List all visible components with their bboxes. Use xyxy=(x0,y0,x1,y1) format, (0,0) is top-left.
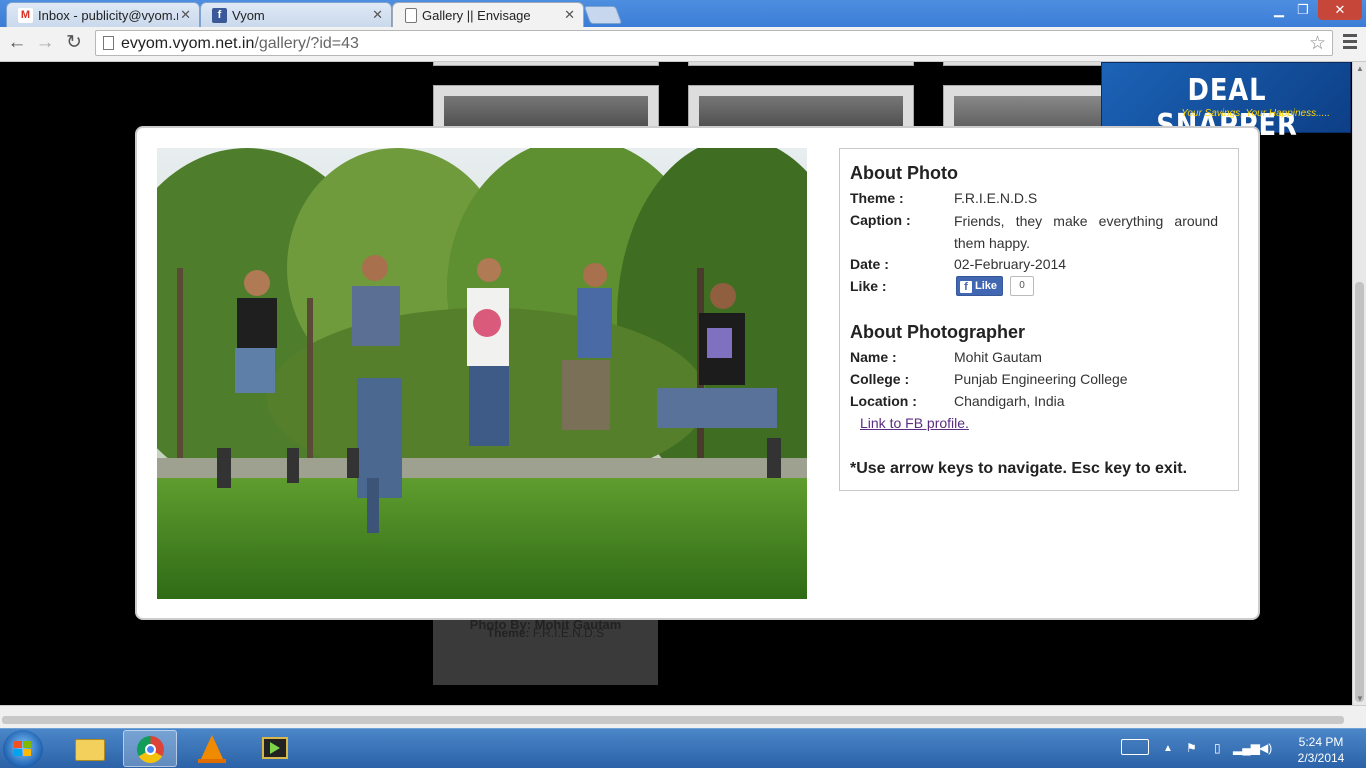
theme-label: Theme : xyxy=(850,190,904,206)
college-label: College : xyxy=(850,371,910,387)
network-signal-icon[interactable]: ▂▄▆ xyxy=(1233,741,1260,755)
facebook-like-button[interactable]: f Like xyxy=(956,276,1004,296)
tab-label: Vyom xyxy=(232,8,265,23)
college-value: Punjab Engineering College xyxy=(954,371,1128,387)
show-hidden-icons-icon[interactable]: ▲ xyxy=(1163,743,1173,754)
battery-icon[interactable]: ▯ xyxy=(1214,741,1221,755)
gmail-icon: M xyxy=(18,8,33,23)
horizontal-scrollbar[interactable] xyxy=(0,705,1366,728)
photo-lightbox: About Photo Theme : F.R.I.E.N.D.S Captio… xyxy=(135,126,1260,620)
tab-gallery-envisage[interactable]: Gallery || Envisage ✕ xyxy=(392,2,584,29)
facebook-icon: f xyxy=(960,281,972,293)
close-tab-icon[interactable]: ✕ xyxy=(564,7,575,23)
bookmark-star-icon[interactable]: ☆ xyxy=(1309,32,1326,55)
start-button[interactable] xyxy=(3,730,43,768)
scroll-up-icon[interactable]: ▲ xyxy=(1356,64,1364,73)
browser-titlebar: M Inbox - publicity@vyom.n ✕ f Vyom ✕ Ga… xyxy=(0,0,1366,29)
reload-icon[interactable]: ↻ xyxy=(63,32,85,54)
clock-date: 2/3/2014 xyxy=(1297,751,1345,765)
address-bar[interactable]: evyom.vyom.net.in/gallery/?id=43 ☆ xyxy=(95,30,1333,56)
page-icon xyxy=(103,36,114,50)
clock-time: 5:24 PM xyxy=(1298,735,1344,749)
date-label: Date : xyxy=(850,256,889,272)
close-tab-icon[interactable]: ✕ xyxy=(372,7,383,23)
gallery-photo xyxy=(157,148,807,599)
windows-explorer-icon[interactable] xyxy=(62,730,116,767)
tab-label: Gallery || Envisage xyxy=(422,8,531,23)
action-center-flag-icon[interactable]: ⚑ xyxy=(1186,741,1197,755)
restore-icon[interactable]: ❐ xyxy=(1292,0,1314,20)
page-icon xyxy=(405,8,417,23)
like-label: Like : xyxy=(850,278,887,294)
menu-icon[interactable] xyxy=(1343,34,1357,52)
location-value: Chandigarh, India xyxy=(954,393,1065,409)
navigation-hint: *Use arrow keys to navigate. Esc key to … xyxy=(850,460,1188,477)
fb-profile-link[interactable]: Link to FB profile. xyxy=(860,415,969,431)
gallery-thumbnail[interactable] xyxy=(433,62,659,66)
name-label: Name : xyxy=(850,349,897,365)
about-photo-heading: About Photo xyxy=(850,163,958,183)
url-text: evyom.vyom.net.in/gallery/?id=43 xyxy=(121,35,359,52)
movie-maker-icon[interactable] xyxy=(248,730,302,767)
browser-toolbar: ← → ↻ evyom.vyom.net.in/gallery/?id=43 ☆ xyxy=(0,27,1366,62)
about-photographer-heading: About Photographer xyxy=(850,322,1025,342)
new-tab-button[interactable] xyxy=(583,6,623,24)
close-window-icon[interactable]: ✕ xyxy=(1318,0,1362,20)
scrollbar-thumb[interactable] xyxy=(2,716,1344,724)
close-tab-icon[interactable]: ✕ xyxy=(180,7,191,23)
caption-value: Friends, they make everything around the… xyxy=(954,213,1218,251)
tab-label: Inbox - publicity@vyom.n xyxy=(38,8,178,23)
location-label: Location : xyxy=(850,393,917,409)
person-2 xyxy=(352,255,402,533)
name-value: Mohit Gautam xyxy=(954,349,1042,365)
scroll-down-icon[interactable]: ▼ xyxy=(1356,694,1364,703)
caption-label: Caption : xyxy=(850,212,911,228)
windows-taskbar: ▲ ⚑ ▯ ▂▄▆ ◀) 5:24 PM 2/3/2014 xyxy=(0,728,1366,768)
keyboard-icon[interactable] xyxy=(1121,739,1149,755)
system-clock[interactable]: 5:24 PM 2/3/2014 xyxy=(1291,734,1351,766)
vlc-icon[interactable] xyxy=(185,730,239,767)
gallery-thumbnail[interactable] xyxy=(688,62,914,66)
vertical-scrollbar[interactable]: ▲ ▼ xyxy=(1352,62,1366,705)
tab-gmail-inbox[interactable]: M Inbox - publicity@vyom.n ✕ xyxy=(6,2,200,28)
date-value: 02-February-2014 xyxy=(954,256,1067,272)
windows-logo-icon xyxy=(14,741,32,757)
theme-text: Theme: F.R.I.E.N.D.S xyxy=(486,626,605,640)
theme-value: F.R.I.E.N.D.S xyxy=(954,190,1038,206)
photo-info-panel: About Photo Theme : F.R.I.E.N.D.S Captio… xyxy=(839,148,1239,491)
like-count: 0 xyxy=(1010,276,1034,296)
back-icon[interactable]: ← xyxy=(6,32,28,54)
facebook-icon: f xyxy=(212,8,227,23)
volume-icon[interactable]: ◀) xyxy=(1259,741,1272,755)
scrollbar-thumb[interactable] xyxy=(1355,282,1364,702)
chrome-icon[interactable] xyxy=(123,730,177,767)
deal-snapper-ad[interactable]: DEAL SNAPPER Your Savings, Your Happines… xyxy=(1101,62,1351,143)
ad-tagline: Your Savings, Your Happiness..... xyxy=(1181,108,1330,119)
minimize-icon[interactable]: ▁ xyxy=(1268,0,1290,20)
gallery-card[interactable]: Photo By: Mohit Gautam Theme: F.R.I.E.N.… xyxy=(433,617,658,685)
tab-vyom[interactable]: f Vyom ✕ xyxy=(200,2,392,28)
forward-icon[interactable]: → xyxy=(34,32,56,54)
